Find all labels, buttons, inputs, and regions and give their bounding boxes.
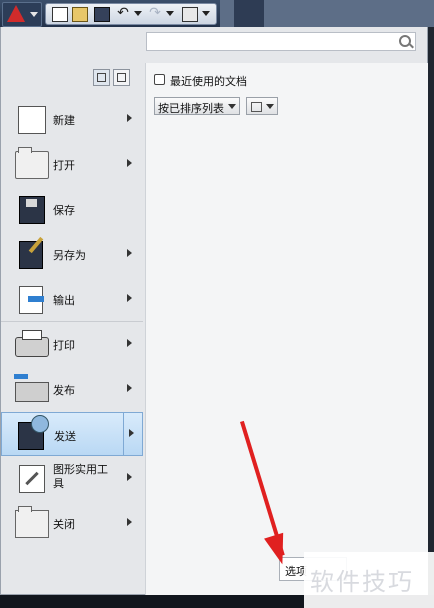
send-icon	[18, 415, 49, 450]
publish-icon	[14, 374, 49, 402]
new-document-icon	[18, 106, 46, 134]
command-drawing-utilities[interactable]: 图形实用工具	[1, 456, 143, 501]
title-bar-block	[234, 0, 264, 27]
open-folder-icon	[15, 147, 49, 179]
search-input[interactable]	[146, 32, 416, 51]
documents-icon	[154, 74, 165, 85]
redo-icon[interactable]: ↷	[148, 6, 162, 20]
submenu-arrow-icon	[127, 249, 132, 257]
save-as-icon	[19, 241, 43, 269]
undo-dropdown-icon[interactable]	[134, 7, 142, 20]
command-print[interactable]: 打印	[1, 322, 143, 367]
command-label: 发送	[54, 430, 76, 443]
open-icon[interactable]	[72, 7, 88, 22]
drawing-utilities-icon	[19, 465, 45, 493]
watermark: 软件技巧	[304, 552, 434, 608]
documents-icon	[97, 73, 106, 82]
close-folder-icon	[15, 506, 49, 538]
redo-dropdown-icon[interactable]	[166, 7, 174, 20]
chevron-down-icon	[228, 104, 236, 109]
command-label: 打开	[53, 159, 75, 172]
submenu-arrow-icon	[127, 339, 132, 347]
submenu-arrow-icon	[127, 294, 132, 302]
application-menu-button[interactable]	[2, 2, 42, 27]
print-icon[interactable]	[182, 7, 198, 22]
recent-documents-title: 最近使用的文档	[170, 75, 247, 88]
submenu-arrow-icon	[127, 473, 132, 481]
application-menu: 新建 打开 保存 另存为 输出 打印 发布 发送 图形实用工具 关闭 最近使用的…	[0, 27, 429, 595]
command-label: 保存	[53, 204, 75, 217]
command-label: 打印	[53, 339, 75, 352]
save-icon	[19, 196, 45, 224]
new-icon[interactable]	[52, 7, 68, 22]
command-label: 关闭	[53, 518, 75, 531]
export-icon	[19, 286, 44, 314]
command-send[interactable]: 发送	[1, 412, 143, 456]
command-label: 输出	[53, 294, 75, 307]
command-save[interactable]: 保存	[1, 187, 143, 232]
submenu-arrow-icon	[129, 429, 134, 437]
quick-access-toolbar: ↶ ↷	[0, 0, 434, 27]
sort-dropdown[interactable]: 按已排序列表	[154, 97, 240, 115]
command-close[interactable]: 关闭	[1, 501, 143, 546]
submenu-arrow-icon	[127, 384, 132, 392]
search-icon[interactable]	[399, 35, 411, 47]
recent-documents-toggle[interactable]	[93, 69, 110, 86]
command-export[interactable]: 输出	[1, 277, 143, 322]
customize-toolbar-icon[interactable]	[202, 7, 210, 20]
view-icon	[251, 102, 262, 112]
chevron-down-icon	[30, 12, 38, 17]
drawing-canvas[interactable]	[428, 27, 434, 595]
open-documents-toggle[interactable]	[113, 69, 130, 86]
command-publish[interactable]: 发布	[1, 367, 143, 412]
submenu-arrow-icon	[127, 114, 132, 122]
view-dropdown[interactable]	[246, 97, 278, 115]
chevron-down-icon	[266, 104, 274, 109]
save-icon[interactable]	[94, 7, 110, 22]
command-save-as[interactable]: 另存为	[1, 232, 143, 277]
folder-icon	[117, 73, 126, 82]
command-new[interactable]: 新建	[1, 97, 143, 142]
command-label: 另存为	[53, 249, 86, 262]
command-open[interactable]: 打开	[1, 142, 143, 187]
quick-access-strip: ↶ ↷	[45, 3, 217, 25]
recent-documents-pane: 最近使用的文档 按已排序列表	[145, 63, 429, 595]
submenu-arrow-icon	[127, 518, 132, 526]
sort-dropdown-label: 按已排序列表	[158, 102, 224, 115]
undo-icon[interactable]: ↶	[116, 6, 130, 20]
title-bar-area	[220, 0, 434, 27]
command-label: 发布	[53, 384, 75, 397]
watermark-text: 软件技巧	[310, 568, 414, 596]
autocad-logo-icon	[7, 5, 25, 22]
command-label: 图形实用工具	[53, 463, 108, 490]
print-icon	[15, 330, 49, 357]
command-label: 新建	[53, 114, 75, 127]
command-list: 新建 打开 保存 另存为 输出 打印 发布 发送 图形实用工具 关闭	[1, 97, 143, 546]
submenu-arrow-icon	[127, 159, 132, 167]
